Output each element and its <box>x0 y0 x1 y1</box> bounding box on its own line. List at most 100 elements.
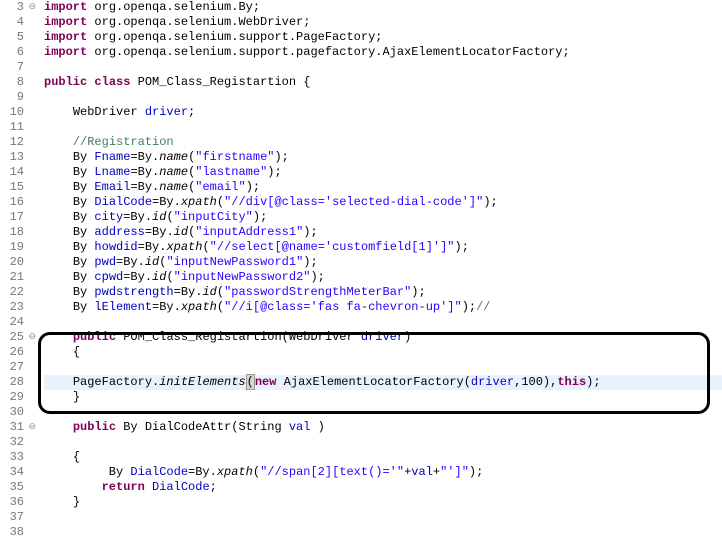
line-number: 25⊖ <box>0 330 24 345</box>
token-str: "passwordStrengthMeterBar" <box>224 285 411 299</box>
token-plain: ( <box>166 270 173 284</box>
code-line[interactable] <box>44 120 722 135</box>
token-plain: ( <box>217 300 224 314</box>
code-line[interactable] <box>44 315 722 330</box>
fold-marker-icon[interactable]: ⊖ <box>28 0 36 15</box>
token-kw: public <box>44 75 87 89</box>
code-line[interactable]: By Email=By.name("email"); <box>44 180 722 195</box>
code-line[interactable] <box>44 435 722 450</box>
code-line[interactable]: By address=By.id("inputAddress1"); <box>44 225 722 240</box>
token-plain: ( <box>217 195 224 209</box>
code-line[interactable]: } <box>44 495 722 510</box>
line-number: 20 <box>0 255 24 270</box>
token-plain: =By. <box>130 165 159 179</box>
code-line[interactable]: By howdid=By.xpath("//select[@name='cust… <box>44 240 722 255</box>
fold-marker-icon[interactable]: ⊖ <box>28 420 36 435</box>
token-comment: //Registration <box>73 135 174 149</box>
line-number: 7 <box>0 60 24 75</box>
line-number: 26 <box>0 345 24 360</box>
line-number: 28 <box>0 375 24 390</box>
code-line[interactable]: By pwd=By.id("inputNewPassword1"); <box>44 255 722 270</box>
line-number: 18 <box>0 225 24 240</box>
line-number: 12 <box>0 135 24 150</box>
code-line[interactable]: import org.openqa.selenium.WebDriver; <box>44 15 722 30</box>
code-line[interactable] <box>44 405 722 420</box>
token-plain: PageFactory. <box>73 375 159 389</box>
token-str: "inputNewPassword1" <box>166 255 303 269</box>
line-number: 29 <box>0 390 24 405</box>
code-line[interactable]: By cpwd=By.id("inputNewPassword2"); <box>44 270 722 285</box>
code-line[interactable]: By Lname=By.name("lastname"); <box>44 165 722 180</box>
line-number: 30 <box>0 405 24 420</box>
code-line[interactable]: import org.openqa.selenium.support.PageF… <box>44 30 722 45</box>
token-plain: ); <box>246 180 260 194</box>
code-line[interactable]: import org.openqa.selenium.support.pagef… <box>44 45 722 60</box>
line-number: 35 <box>0 480 24 495</box>
line-number: 37 <box>0 510 24 525</box>
token-plain: AjaxElementLocatorFactory( <box>276 375 470 389</box>
token-plain: By <box>73 210 95 224</box>
code-line[interactable]: By Fname=By.name("firstname"); <box>44 150 722 165</box>
code-line[interactable]: } <box>44 390 722 405</box>
token-kw: public <box>73 420 116 434</box>
token-plain: ( <box>253 465 260 479</box>
token-plain: ); <box>274 150 288 164</box>
token-plain: By <box>73 180 95 194</box>
code-line[interactable] <box>44 90 722 105</box>
code-line[interactable] <box>44 60 722 75</box>
token-plain: By <box>73 240 95 254</box>
token-plain: ); <box>469 465 483 479</box>
line-number: 10 <box>0 105 24 120</box>
code-line[interactable]: return DialCode; <box>44 480 722 495</box>
token-str: "inputAddress1" <box>195 225 303 239</box>
code-line[interactable]: By DialCode=By.xpath("//span[2][text()='… <box>44 465 722 480</box>
token-str: "lastname" <box>195 165 267 179</box>
code-line[interactable]: By lElement=By.xpath("//i[@class='fas fa… <box>44 300 722 315</box>
token-plain: =By. <box>130 150 159 164</box>
code-line[interactable]: By city=By.id("inputCity"); <box>44 210 722 225</box>
code-line[interactable]: public POM_Class_Registartion(WebDriver … <box>44 330 722 345</box>
token-method-static: xpath <box>181 195 217 209</box>
code-line[interactable]: { <box>44 450 722 465</box>
code-area[interactable]: import org.openqa.selenium.By;import org… <box>30 0 722 540</box>
code-line[interactable]: By DialCode=By.xpath("//div[@class='sele… <box>44 195 722 210</box>
token-plain: ; <box>188 105 195 119</box>
line-number: 16 <box>0 195 24 210</box>
token-plain: By <box>73 195 95 209</box>
token-plain: } <box>73 495 80 509</box>
code-line[interactable]: WebDriver driver; <box>44 105 722 120</box>
line-number: 21 <box>0 270 24 285</box>
token-method-static: name <box>159 180 188 194</box>
token-plain: ,100), <box>514 375 557 389</box>
token-ident: city <box>94 210 123 224</box>
token-method-static: xpath <box>217 465 253 479</box>
token-plain: =By. <box>123 270 152 284</box>
code-line[interactable]: public By DialCodeAttr(String val ) <box>44 420 722 435</box>
token-plain: By <box>102 465 131 479</box>
code-line[interactable] <box>44 360 722 375</box>
code-line[interactable]: //Registration <box>44 135 722 150</box>
code-line[interactable] <box>44 510 722 525</box>
fold-marker-icon[interactable]: ⊖ <box>28 330 36 345</box>
line-number: 32 <box>0 435 24 450</box>
code-line[interactable]: { <box>44 345 722 360</box>
code-line[interactable]: import org.openqa.selenium.By; <box>44 0 722 15</box>
token-plain: =By. <box>188 465 217 479</box>
token-ident: DialCode <box>152 480 210 494</box>
line-number: 31⊖ <box>0 420 24 435</box>
token-bracket: ( <box>246 374 255 390</box>
token-plain: By <box>73 225 95 239</box>
token-plain: ); <box>310 270 324 284</box>
line-number: 27 <box>0 360 24 375</box>
token-kw: public <box>73 330 116 344</box>
token-str: "//div[@class='selected-dial-code']" <box>224 195 483 209</box>
code-line[interactable]: public class POM_Class_Registartion { <box>44 75 722 90</box>
token-plain: =By. <box>116 255 145 269</box>
token-ident: driver <box>145 105 188 119</box>
code-editor[interactable]: 3⊖45678910111213141516171819202122232425… <box>0 0 722 540</box>
code-line[interactable]: PageFactory.initElements(new AjaxElement… <box>44 375 722 390</box>
token-plain: POM_Class_Registartion { <box>130 75 310 89</box>
token-plain: By <box>73 285 95 299</box>
token-plain: org.openqa.selenium.support.PageFactory; <box>87 30 382 44</box>
code-line[interactable]: By pwdstrength=By.id("passwordStrengthMe… <box>44 285 722 300</box>
